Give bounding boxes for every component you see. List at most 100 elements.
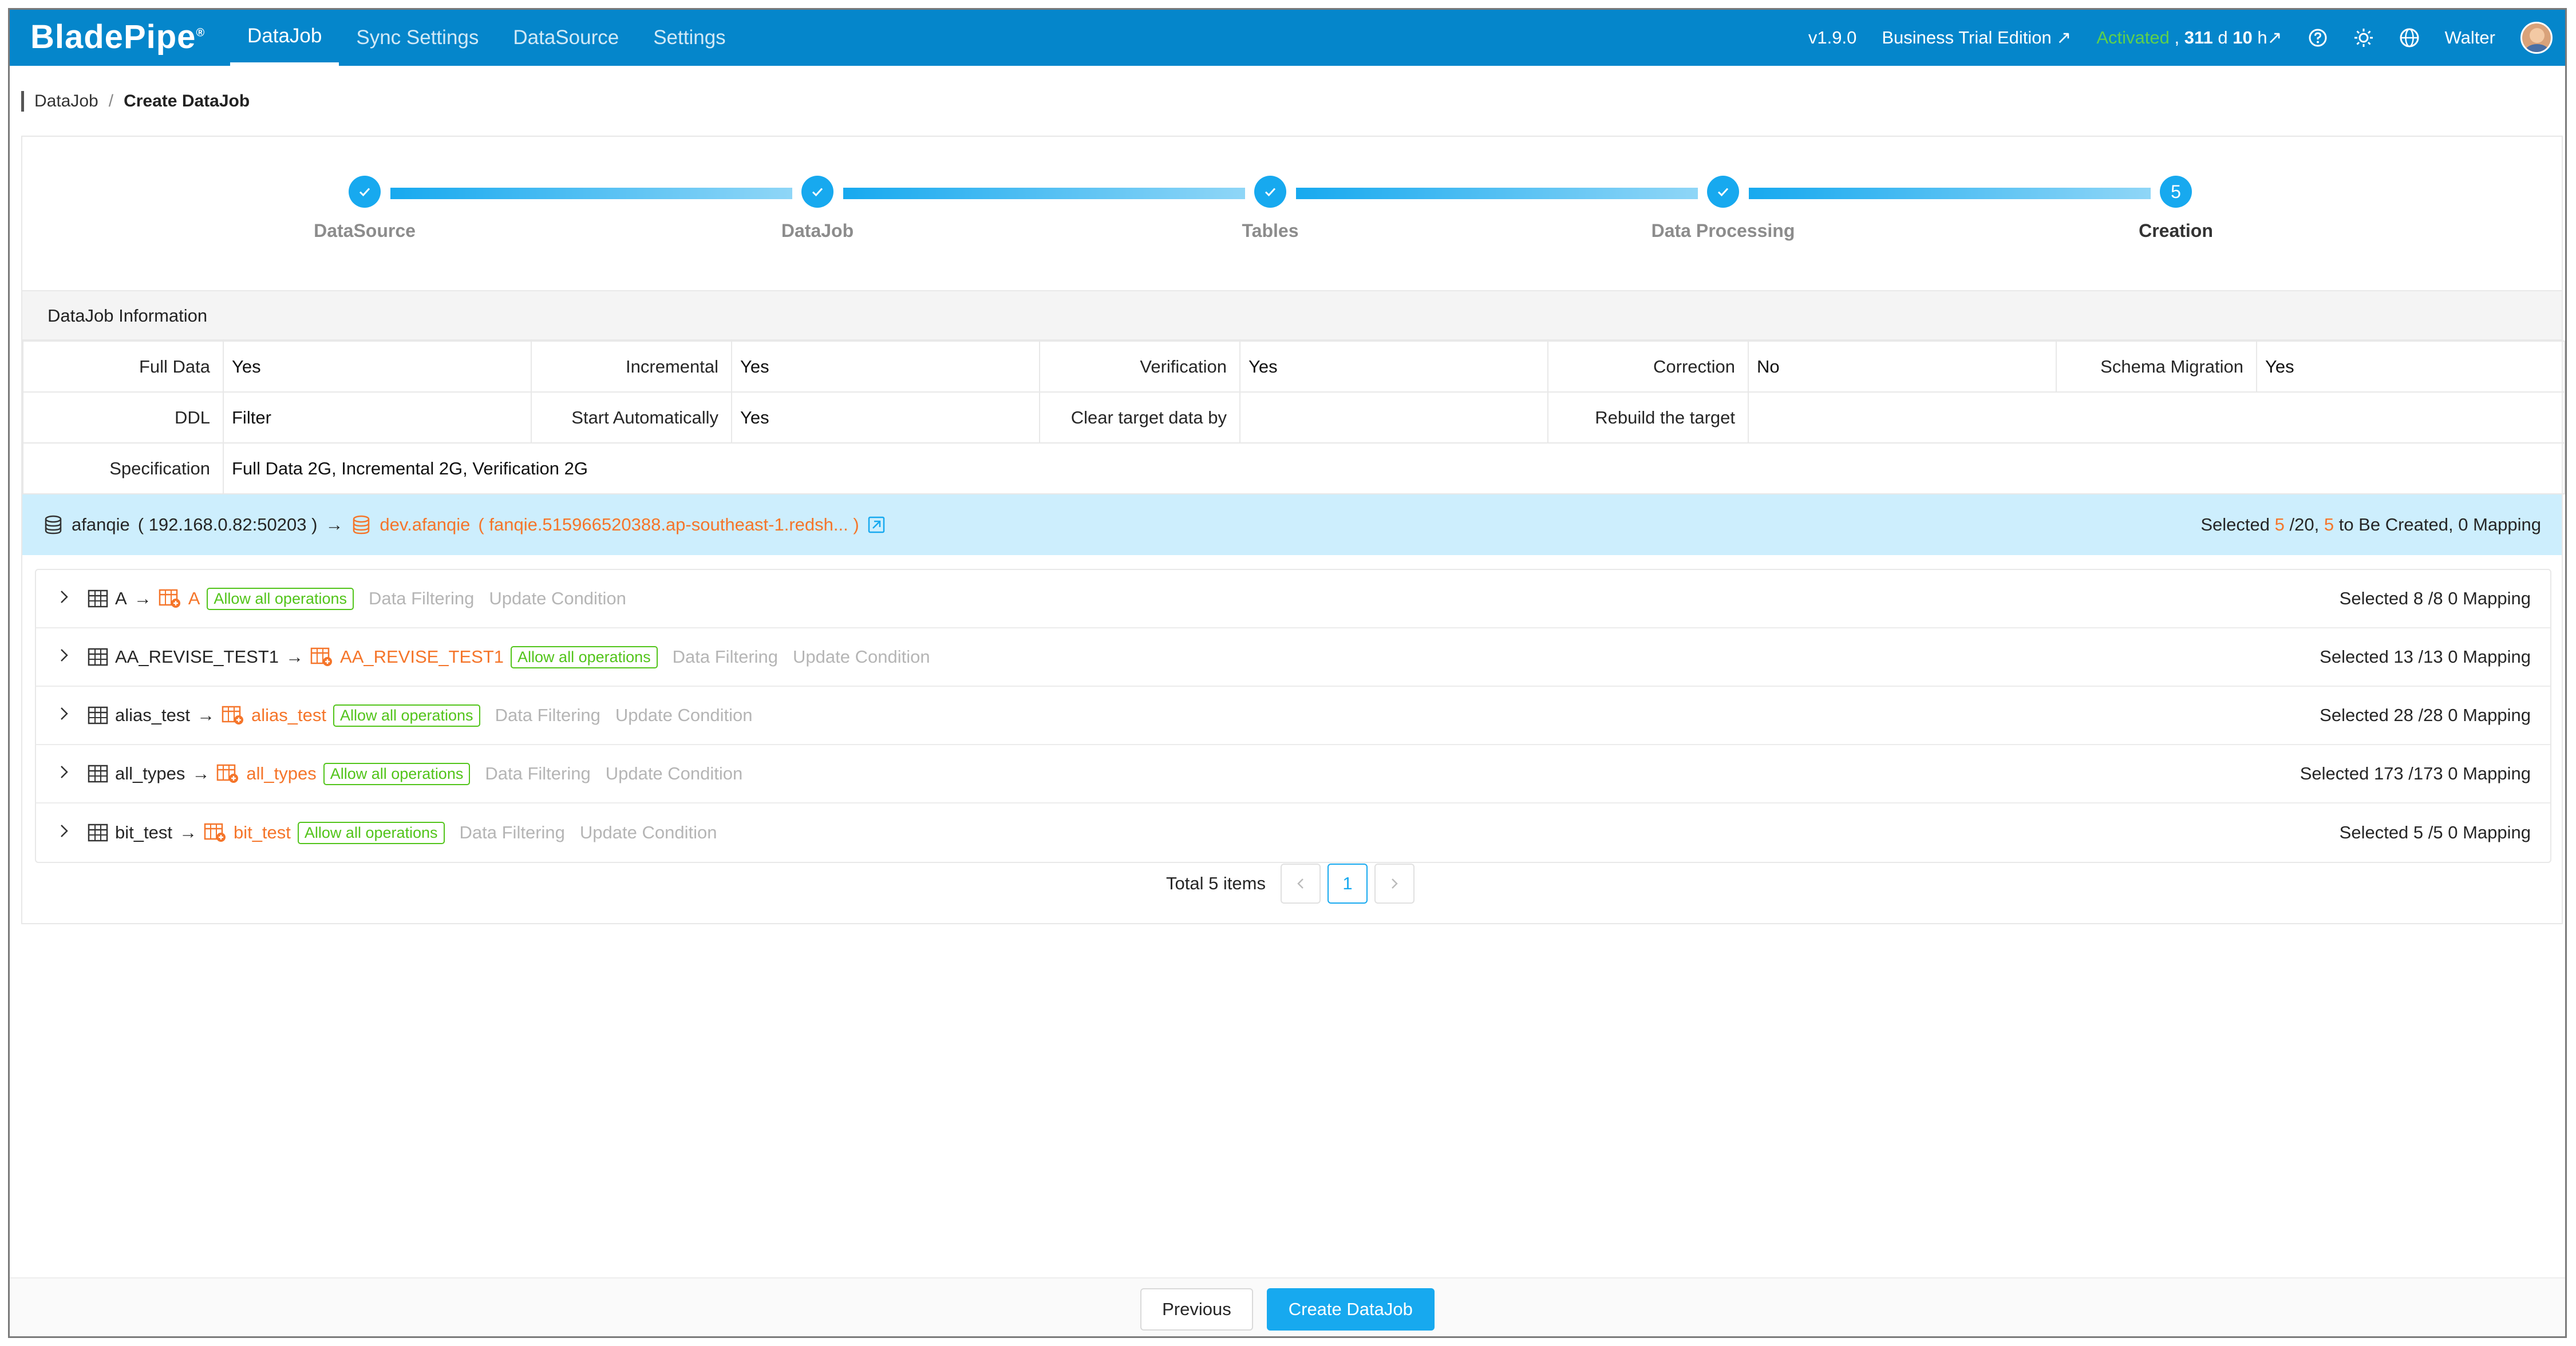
operations-tag[interactable]: Allow all operations	[207, 587, 354, 610]
link-icon[interactable]	[867, 516, 886, 534]
info-value-schema-migration: Yes	[2256, 341, 2565, 393]
info-key-start-automatically: Start Automatically	[531, 391, 732, 444]
target-table-name[interactable]: bit_test	[234, 822, 291, 843]
chevron-right-icon[interactable]	[56, 705, 73, 726]
step-datasource: DataSource	[279, 176, 451, 242]
operations-tag[interactable]: Allow all operations	[511, 646, 658, 668]
to-create-label: to Be Created, 0 Mapping	[2338, 514, 2541, 535]
source-table-name: bit_test	[115, 822, 172, 842]
source-datasource-address: ( 192.168.0.82:50203 )	[137, 514, 318, 535]
hours-remaining: 10	[2233, 27, 2253, 47]
chevron-right-icon[interactable]	[56, 822, 73, 843]
data-filtering-link[interactable]: Data Filtering	[369, 588, 474, 609]
selected-count: 5	[2274, 514, 2285, 535]
source-table-name: all_types	[115, 763, 185, 783]
target-table-name[interactable]: alias_test	[251, 705, 326, 726]
update-condition-link[interactable]: Update Condition	[606, 763, 743, 784]
info-row: Full Data Yes Incremental Yes Verificati…	[22, 341, 2565, 393]
help-icon[interactable]	[2308, 27, 2328, 48]
step-label: Data Processing	[1651, 220, 1795, 241]
check-icon	[801, 176, 833, 208]
operations-tag[interactable]: Allow all operations	[333, 704, 480, 727]
pagination: Total 5 items 1	[22, 864, 2562, 904]
update-condition-link[interactable]: Update Condition	[489, 588, 626, 609]
info-key-incremental: Incremental	[531, 341, 732, 393]
version-label: v1.9.0	[1808, 27, 1857, 47]
steps-progress: DataSource DataJob Tables Data Processin…	[22, 137, 2562, 290]
target-datasource-name: dev.afanqie	[380, 514, 471, 535]
operations-tag[interactable]: Allow all operations	[323, 762, 471, 785]
theme-icon[interactable]	[2353, 27, 2374, 48]
create-datajob-button[interactable]: Create DataJob	[1266, 1288, 1435, 1331]
data-filtering-link[interactable]: Data Filtering	[485, 763, 590, 784]
database-icon	[43, 514, 64, 535]
chevron-right-icon[interactable]	[56, 647, 73, 667]
target-datasource-address: ( fanqie.515966520388.ap-southeast-1.red…	[478, 514, 859, 535]
arrow-right-icon: →	[286, 647, 304, 667]
nav-item-datajob[interactable]: DataJob	[230, 10, 339, 66]
selected-label: Selected	[2200, 514, 2270, 535]
target-database-icon	[351, 514, 372, 535]
prev-page-button[interactable]	[1281, 864, 1321, 904]
target-table-name[interactable]: AA_REVISE_TEST1	[340, 647, 504, 667]
info-value-start-automatically: Yes	[731, 391, 1040, 444]
info-key-rebuild-target: Rebuild the target	[1547, 391, 1749, 444]
table-icon	[88, 824, 108, 842]
update-condition-link[interactable]: Update Condition	[580, 822, 717, 843]
target-table-name[interactable]: all_types	[246, 763, 316, 784]
license-status[interactable]: Activated , 311 d 10 h↗	[2096, 27, 2282, 48]
user-name[interactable]: Walter	[2445, 27, 2495, 48]
update-condition-link[interactable]: Update Condition	[615, 705, 753, 726]
table-mapping-list: A → A Allow all operations Data Filterin…	[35, 569, 2551, 863]
info-value-verification: Yes	[1239, 341, 1548, 393]
data-filtering-link[interactable]: Data Filtering	[673, 647, 778, 667]
page-number-button[interactable]: 1	[1327, 864, 1368, 904]
pagination-total: Total 5 items	[1165, 873, 1266, 893]
operations-tag[interactable]: Allow all operations	[297, 821, 445, 844]
target-table-name[interactable]: A	[188, 588, 200, 609]
create-datajob-card: DataSource DataJob Tables Data Processin…	[21, 136, 2565, 924]
info-key-specification: Specification	[22, 442, 224, 494]
arrow-right-icon: →	[196, 705, 215, 725]
info-key-ddl: DDL	[22, 391, 224, 444]
language-icon[interactable]	[2399, 27, 2420, 48]
table-selection-status: Selected 8 /8 0 Mapping	[2339, 588, 2531, 608]
table-icon	[88, 589, 108, 608]
target-table-icon	[310, 647, 333, 667]
check-icon	[1254, 176, 1286, 208]
nav-item-sync-settings[interactable]: Sync Settings	[339, 10, 496, 66]
table-icon	[88, 765, 108, 783]
update-condition-link[interactable]: Update Condition	[793, 647, 930, 667]
breadcrumb-datajob-link[interactable]: DataJob	[34, 92, 98, 111]
avatar[interactable]	[2520, 22, 2553, 54]
datajob-information-header: DataJob Information	[22, 290, 2562, 341]
edition-label: Business Trial Edition	[1882, 27, 2052, 47]
chevron-right-icon[interactable]	[56, 763, 73, 784]
next-page-button[interactable]	[1374, 864, 1415, 904]
table-icon	[88, 648, 108, 666]
external-link-icon: ↗	[2267, 27, 2282, 47]
table-selection-status: Selected 28 /28 0 Mapping	[2320, 705, 2531, 725]
chevron-right-icon[interactable]	[56, 588, 73, 609]
previous-button[interactable]: Previous	[1140, 1288, 1253, 1331]
mapping-path: afanqie ( 192.168.0.82:50203 ) → dev.afa…	[43, 514, 894, 535]
top-right-tools: v1.9.0 Business Trial Edition ↗ Activate…	[1808, 10, 2553, 66]
step-number: 5	[2160, 176, 2192, 208]
breadcrumb-separator: /	[108, 92, 114, 110]
info-row: Specification Full Data 2G, Incremental …	[22, 442, 2565, 494]
check-icon	[349, 176, 381, 208]
edition-link[interactable]: Business Trial Edition ↗	[1882, 27, 2071, 48]
nav-item-settings[interactable]: Settings	[636, 10, 742, 66]
nav-item-datasource[interactable]: DataSource	[496, 10, 636, 66]
table-selection-status: Selected 5 /5 0 Mapping	[2339, 822, 2531, 842]
info-key-verification: Verification	[1039, 341, 1240, 393]
data-filtering-link[interactable]: Data Filtering	[460, 822, 565, 843]
info-row: DDL Filter Start Automatically Yes Clear…	[22, 391, 2565, 444]
arrow-right-icon: →	[192, 763, 210, 783]
breadcrumb-marker	[21, 91, 24, 112]
source-table-name: AA_REVISE_TEST1	[115, 647, 279, 667]
info-key-full-data: Full Data	[22, 341, 224, 393]
step-label: Creation	[2139, 220, 2213, 241]
data-filtering-link[interactable]: Data Filtering	[495, 705, 600, 726]
app-logo[interactable]: BladePipe®	[30, 18, 205, 56]
